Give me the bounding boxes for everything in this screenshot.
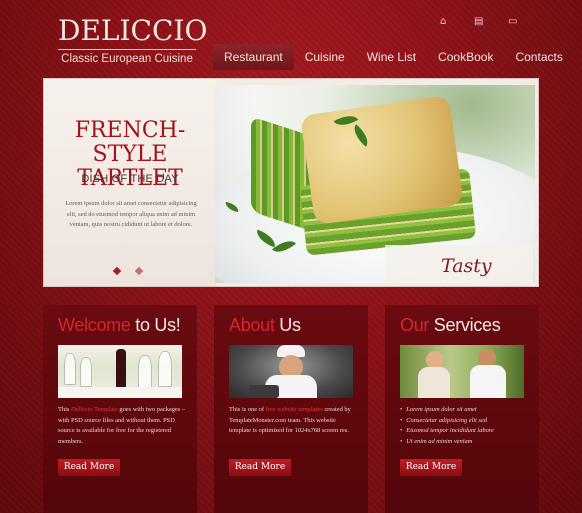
services-panel: Our Services Lorem ipsum dolor sit amet … bbox=[385, 305, 539, 513]
hero-subtitle: DISH OF THE DAY bbox=[81, 173, 179, 185]
nav-item-restaurant[interactable]: Restaurant bbox=[213, 44, 294, 70]
home-icon[interactable]: ⌂ bbox=[440, 17, 450, 27]
logo-title: DELICCIO bbox=[58, 14, 208, 47]
services-title: Our Services bbox=[400, 315, 501, 336]
hero-title-line1: FRENCH-STYLE bbox=[74, 118, 186, 167]
text-part: This is one of bbox=[229, 406, 266, 413]
site-logo[interactable]: DELICCIO Classic European Cuisine bbox=[58, 14, 208, 65]
lasagna-top-shape bbox=[300, 95, 464, 225]
about-read-more-button[interactable]: Read More bbox=[229, 459, 291, 476]
about-text: This is one of free website templates cr… bbox=[229, 405, 359, 437]
text-part: This bbox=[58, 406, 71, 413]
main-nav: Restaurant Cuisine Wine List CookBook Co… bbox=[213, 44, 574, 70]
title-highlight: Our bbox=[400, 315, 430, 335]
logo-divider bbox=[58, 49, 196, 50]
wine-glasses-photo bbox=[58, 345, 182, 398]
top-icon-bar: ⌂ ▤ ▭ bbox=[440, 17, 518, 27]
welcome-read-more-button[interactable]: Read More bbox=[58, 459, 120, 476]
nav-item-contacts[interactable]: Contacts bbox=[504, 44, 573, 70]
title-rest: to Us! bbox=[130, 315, 181, 335]
tasty-label: Tasty bbox=[441, 255, 492, 277]
dish-photo: Tasty bbox=[215, 85, 535, 283]
title-rest: Us bbox=[274, 315, 301, 335]
services-list: Lorem ipsum dolor sit amet Consectetur a… bbox=[400, 405, 530, 447]
service-item: Consectetur adipisicing elit sed bbox=[400, 416, 530, 427]
sitemap-icon[interactable]: ▤ bbox=[474, 17, 484, 27]
nav-item-cuisine[interactable]: Cuisine bbox=[294, 44, 356, 70]
slider-dot-1[interactable] bbox=[112, 266, 122, 276]
title-highlight: Welcome bbox=[58, 315, 131, 335]
free-templates-link[interactable]: free website templates bbox=[266, 406, 323, 413]
logo-subtitle: Classic European Cuisine bbox=[61, 53, 193, 65]
service-item: Eiusmod tempor incididunt labore bbox=[400, 426, 530, 437]
slider-dot-2[interactable] bbox=[134, 266, 144, 276]
slider-dots bbox=[112, 266, 144, 276]
mail-icon[interactable]: ▭ bbox=[508, 17, 518, 27]
service-item: Ut enim ad minim veniam bbox=[400, 437, 530, 448]
couple-dining-photo bbox=[400, 345, 524, 398]
hero-slider: FRENCH-STYLE TARTLET DISH OF THE DAY Lor… bbox=[43, 78, 539, 287]
title-highlight: About bbox=[229, 315, 275, 335]
services-read-more-button[interactable]: Read More bbox=[400, 459, 462, 476]
welcome-title: Welcome to Us! bbox=[58, 315, 181, 336]
chef-photo bbox=[229, 345, 353, 398]
hero-description: Lorem ipsum dolor sit amet consectetur a… bbox=[65, 200, 197, 228]
about-panel: About Us This is one of free website tem… bbox=[214, 305, 368, 513]
welcome-panel: Welcome to Us! This Deliccio Template go… bbox=[43, 305, 197, 513]
hero-caption: FRENCH-STYLE TARTLET DISH OF THE DAY Lor… bbox=[44, 79, 216, 286]
title-rest: Services bbox=[429, 315, 501, 335]
nav-item-cookbook[interactable]: CookBook bbox=[427, 44, 504, 70]
welcome-text: This Deliccio Template goes with two pac… bbox=[58, 405, 188, 447]
service-item: Lorem ipsum dolor sit amet bbox=[400, 405, 530, 416]
nav-item-wine-list[interactable]: Wine List bbox=[356, 44, 427, 70]
about-title: About Us bbox=[229, 315, 301, 336]
template-link[interactable]: Deliccio Template bbox=[71, 406, 118, 413]
tasty-badge: Tasty bbox=[385, 245, 533, 283]
